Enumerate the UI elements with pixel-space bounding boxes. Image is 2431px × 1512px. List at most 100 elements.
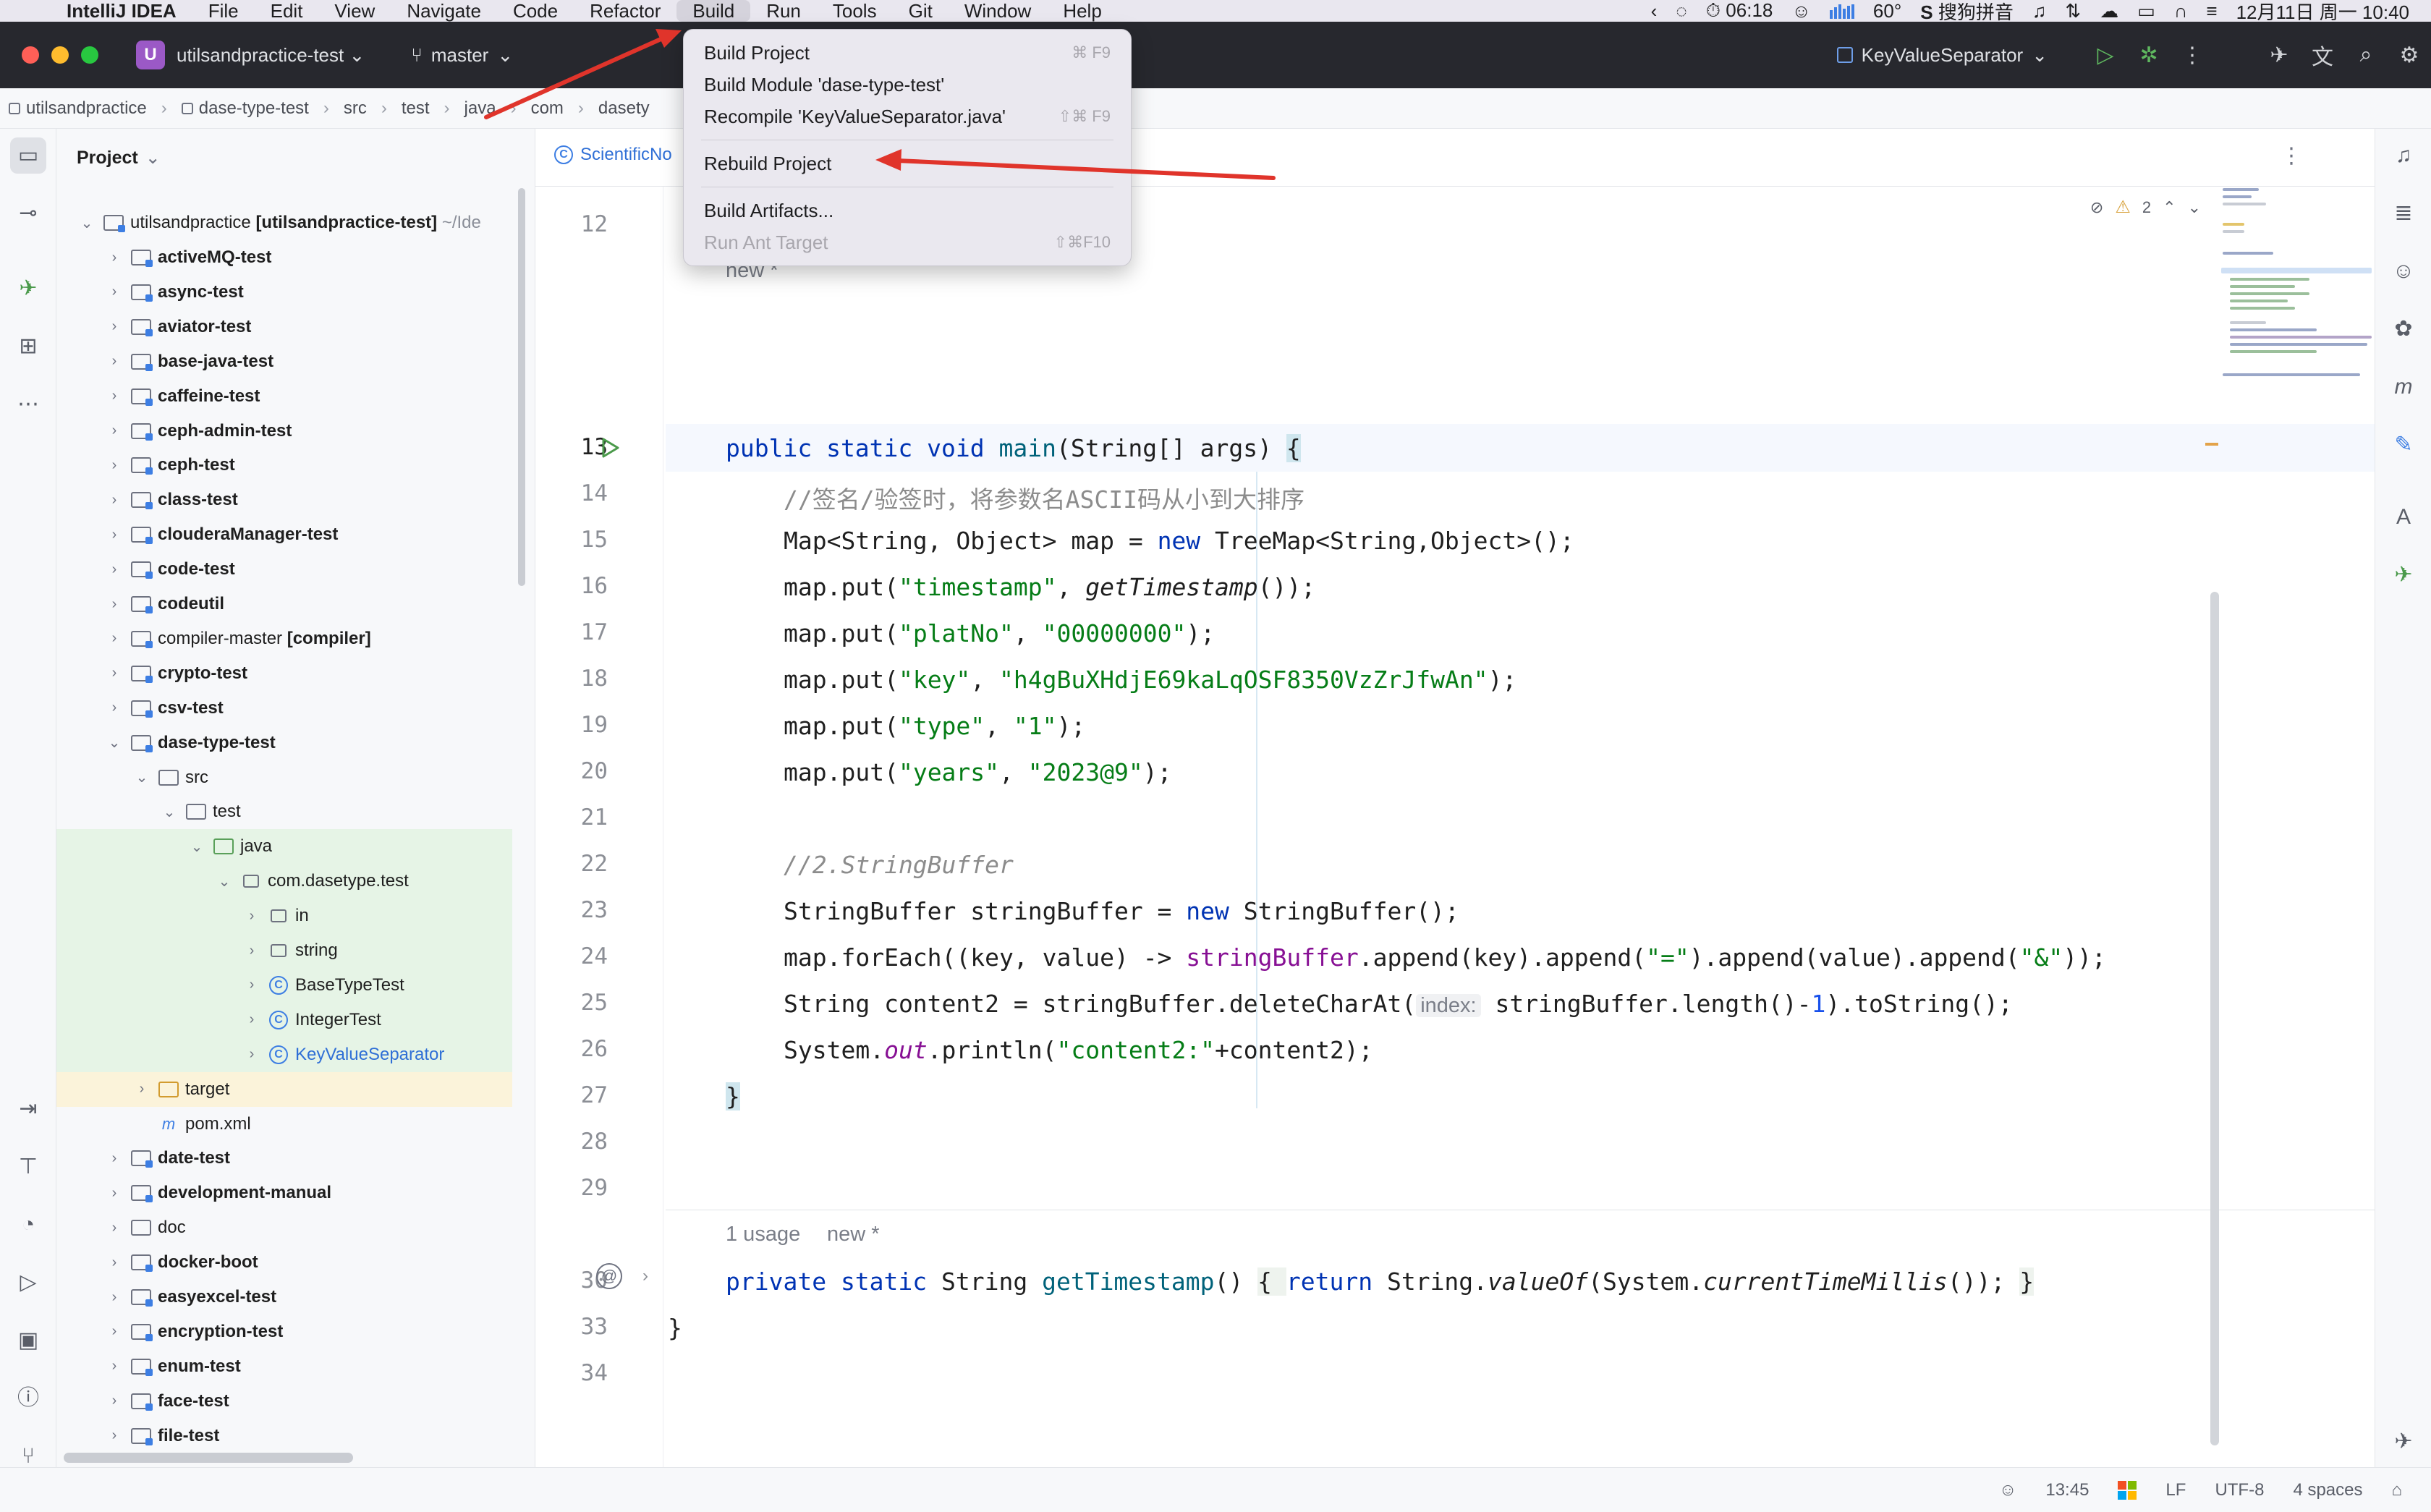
next-highlight-icon[interactable]: ⌄ [2188, 198, 2201, 217]
datetime[interactable]: 12月11日 周一 10:40 [2236, 0, 2409, 25]
line-number[interactable]: 25 [550, 990, 608, 1016]
tree-item-folder[interactable]: ⌄ test [56, 794, 512, 829]
line-number[interactable]: 16 [550, 573, 608, 599]
chat-bubble-icon[interactable]: ◌ [1676, 0, 1687, 22]
notifications-bell-icon[interactable]: ♫ [2385, 137, 2422, 174]
indent-setting[interactable]: 4 spaces [2293, 1480, 2362, 1500]
line-number[interactable]: 18 [550, 666, 608, 692]
chevron-right-icon[interactable]: › [106, 388, 123, 404]
menu-item-build-module[interactable]: Build Module 'dase-type-test' [684, 69, 1131, 101]
breadcrumb-item[interactable]: dase-type-test [181, 98, 309, 119]
reader-mode-icon[interactable]: ⊘ [2090, 198, 2103, 217]
chevron-right-icon[interactable]: › [106, 561, 123, 578]
network-icon[interactable]: ⇅ [2065, 0, 2081, 22]
run-icon[interactable]: ▷ [2084, 43, 2127, 68]
tree-item-class[interactable]: › C KeyValueSeparator [56, 1037, 512, 1072]
jrebel-icon[interactable]: ✈ [2257, 43, 2301, 68]
run-tool-icon[interactable]: ▷ [10, 1265, 46, 1301]
feather-icon[interactable]: ✎ [2385, 427, 2422, 463]
menu-item-recompile[interactable]: Recompile 'KeyValueSeparator.java' ⇧⌘ F9 [684, 101, 1131, 132]
tree-item-module[interactable]: › caffeine-test [56, 379, 512, 414]
chevron-right-icon[interactable]: › [106, 1254, 123, 1271]
tree-item-module[interactable]: › easyexcel-test [56, 1280, 512, 1314]
line-number[interactable]: 29 [550, 1175, 608, 1201]
chevron-right-icon[interactable]: › [243, 977, 260, 993]
breadcrumb-item[interactable]: dasety [598, 98, 650, 119]
control-center-icon[interactable]: ≡ [2206, 0, 2217, 22]
line-number[interactable]: 22 [550, 851, 608, 877]
run-main-icon[interactable] [598, 436, 622, 460]
tree-item-module[interactable]: › csv-test [56, 691, 512, 726]
chevron-right-icon[interactable]: › [106, 700, 123, 716]
project-panel-header[interactable]: Project ⌄ [56, 129, 535, 187]
tree-item-module[interactable]: › ceph-admin-test [56, 414, 512, 449]
tree-item-module[interactable]: › enum-test [56, 1349, 512, 1384]
chevron-right-icon[interactable]: › [106, 1427, 123, 1444]
chevron-right-icon[interactable]: › [243, 1046, 260, 1063]
tree-item-module[interactable]: › activeMQ-test [56, 240, 512, 275]
breadcrumb-item[interactable]: java [464, 98, 496, 119]
code-editor[interactable]: C ScientificNo ⋮ 12 13 14 15 16 17 18 19… [535, 129, 2375, 1467]
menu-refactor[interactable]: Refactor [574, 0, 676, 22]
run-configuration-selector[interactable]: KeyValueSeparator ⌄ [1836, 44, 2048, 67]
line-number[interactable]: 20 [550, 758, 608, 784]
line-number[interactable]: 12 [550, 211, 608, 237]
tree-item-module[interactable]: › aviator-test [56, 310, 512, 344]
tree-item-package[interactable]: › string [56, 933, 512, 968]
chevron-right-icon[interactable]: › [106, 492, 123, 509]
line-number[interactable]: 27 [550, 1082, 608, 1108]
tree-item-class[interactable]: › C BaseTypeTest [56, 967, 512, 1003]
chevron-down-icon[interactable]: ⌄ [188, 838, 205, 856]
tree-item-module[interactable]: › development-manual [56, 1176, 512, 1210]
line-number[interactable]: 28 [550, 1129, 608, 1155]
build-hammer-icon[interactable]: ⊤ [10, 1149, 46, 1185]
translation-icon[interactable]: A [2385, 499, 2422, 535]
chevron-down-icon[interactable]: ⌄ [133, 768, 150, 786]
menu-help[interactable]: Help [1047, 0, 1117, 22]
chevron-right-icon[interactable]: › [106, 630, 123, 647]
menu-file[interactable]: File [192, 0, 255, 22]
more-tools-icon[interactable]: ⋯ [10, 386, 46, 422]
chevron-down-icon[interactable]: ⌄ [216, 872, 233, 891]
search-icon[interactable]: ⌕ [2344, 43, 2388, 67]
debug-icon[interactable]: ✲ [2127, 43, 2171, 68]
chevron-right-icon[interactable]: › [106, 596, 123, 613]
lock-icon[interactable]: ⌂ [2392, 1480, 2403, 1500]
database-icon[interactable]: ≣ [2385, 195, 2422, 232]
editor-scrollbar[interactable] [2210, 592, 2219, 1445]
commit-icon[interactable]: ⊸ [10, 195, 46, 232]
problems-icon[interactable]: ⓘ [10, 1380, 46, 1417]
copilot-status-icon[interactable]: ☺ [1999, 1480, 2017, 1500]
tree-item-module[interactable]: › face-test [56, 1384, 512, 1419]
windows-logo-icon[interactable] [2118, 1481, 2137, 1500]
tree-item-source-root[interactable]: ⌄ java [56, 829, 512, 865]
chevron-right-icon[interactable]: › [106, 353, 123, 370]
line-number[interactable]: 26 [550, 1036, 608, 1062]
input-method[interactable]: S 搜狗拼音 [1920, 0, 2014, 25]
face-icon[interactable]: ☺ [1791, 0, 1811, 22]
breadcrumb-item[interactable]: com [531, 98, 564, 119]
menu-item-build-project[interactable]: Build Project ⌘ F9 [684, 37, 1131, 69]
cpu-temp[interactable]: 60° [1873, 0, 1901, 22]
inspection-widget[interactable]: ⊘ ⚠ 2 ⌃ ⌄ [2090, 197, 2201, 218]
warning-marker[interactable] [2205, 443, 2218, 446]
settings-gear-icon[interactable]: ⚙ [2388, 43, 2431, 68]
tree-item-module[interactable]: › base-java-test [56, 344, 512, 379]
chevron-right-icon[interactable]: › [106, 1358, 123, 1375]
breadcrumb-item[interactable]: src [344, 98, 367, 119]
branch-selector[interactable]: ⑂ master ⌄ [411, 44, 513, 67]
menu-run[interactable]: Run [750, 0, 817, 22]
chevron-right-icon[interactable]: › [106, 318, 123, 335]
copilot-icon[interactable]: ☺ [2385, 253, 2422, 289]
tree-item-module[interactable]: › crypto-test [56, 656, 512, 691]
chevron-right-icon[interactable]: › [106, 1393, 123, 1409]
menu-item-build-artifacts[interactable]: Build Artifacts... [684, 195, 1131, 226]
tree-item-module[interactable]: › class-test [56, 483, 512, 517]
project-tree-horizontal-scrollbar[interactable] [64, 1453, 353, 1463]
tree-item-module[interactable]: › clouderaManager-test [56, 517, 512, 552]
caret-position[interactable]: 13:45 [2045, 1480, 2089, 1500]
structure-icon[interactable]: ⊞ [10, 328, 46, 365]
tree-item-folder[interactable]: › doc [56, 1210, 512, 1245]
menu-view[interactable]: View [318, 0, 391, 22]
chevron-right-icon[interactable]: › [106, 284, 123, 300]
